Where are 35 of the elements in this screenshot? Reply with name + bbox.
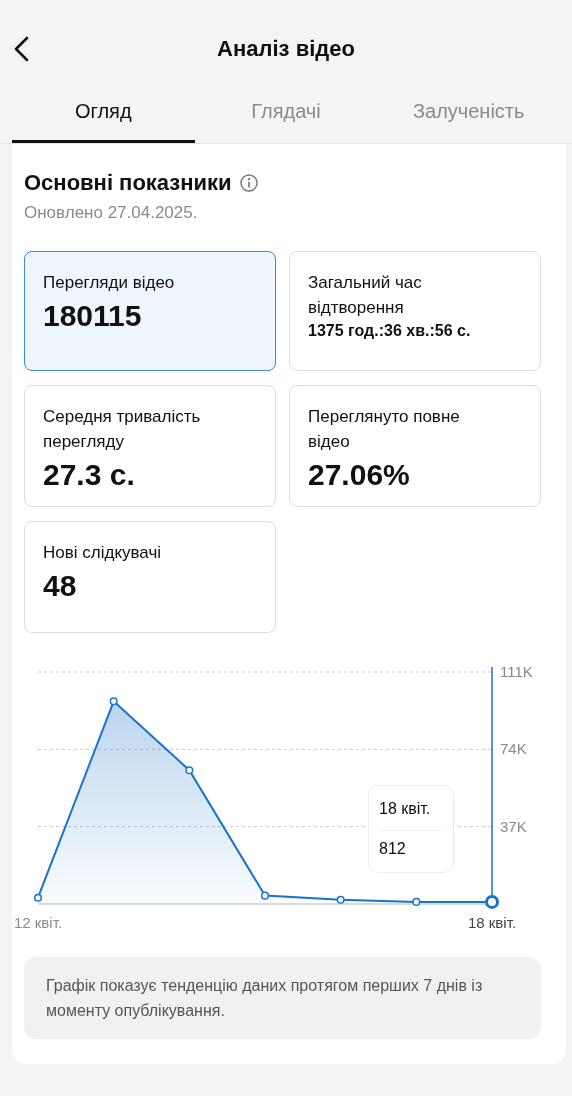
- metric-label: Нові слідкувачі: [43, 542, 163, 564]
- data-point[interactable]: [412, 897, 421, 906]
- metric-card[interactable]: Нові слідкувачі 48: [24, 521, 276, 633]
- data-point[interactable]: [33, 893, 43, 902]
- metric-value: 27.06%: [308, 458, 411, 492]
- metric-card[interactable]: Середня тривалість перегляду 27.3 с.: [24, 385, 276, 507]
- axis-label: 74K: [500, 740, 527, 758]
- data-point[interactable]: [109, 697, 118, 706]
- axis-label: 111K: [500, 663, 533, 680]
- data-point[interactable]: [485, 894, 499, 909]
- metric-label: Переглянуто повне відео: [308, 406, 461, 453]
- data-point[interactable]: [185, 766, 194, 775]
- axis-label: 12 квіт.: [13, 914, 63, 931]
- info-icon[interactable]: [239, 174, 258, 192]
- info-note: Графік показує тенденцію даних протягом перших 7 днів із моменту опублікування.: [24, 957, 541, 1039]
- back-icon[interactable]: [12, 36, 30, 62]
- section-title: Основні показники: [24, 170, 232, 196]
- metric-value: 180115: [43, 299, 143, 333]
- axis-label: 18 квіт.: [467, 914, 517, 931]
- metric-label: Середня тривалість перегляду: [43, 406, 202, 453]
- metric-value: 48: [43, 569, 78, 603]
- axis-label: 37K: [500, 817, 527, 835]
- metric-label: Загальний час відтворення: [308, 272, 423, 319]
- tooltip-value: 812: [379, 839, 407, 859]
- metric-card[interactable]: Переглянуто повне відео 27.06%: [289, 385, 541, 507]
- data-point[interactable]: [260, 891, 270, 900]
- page-title: Аналіз відео: [217, 36, 355, 62]
- metric-card[interactable]: Перегляди відео 180115: [24, 251, 276, 371]
- updated-date: Оновлено 27.04.2025.: [24, 203, 199, 223]
- tooltip-date: 18 квіт.: [379, 794, 443, 831]
- data-point[interactable]: [336, 895, 345, 904]
- metric-label: Перегляди відео: [43, 272, 176, 294]
- metric-value: 27.3 с.: [43, 458, 136, 492]
- metric-card[interactable]: Загальний час відтворення 1375 год.:36 хв.:56 с.: [289, 251, 541, 371]
- metric-value: 1375 год.:36 хв.:56 с.: [308, 322, 472, 340]
